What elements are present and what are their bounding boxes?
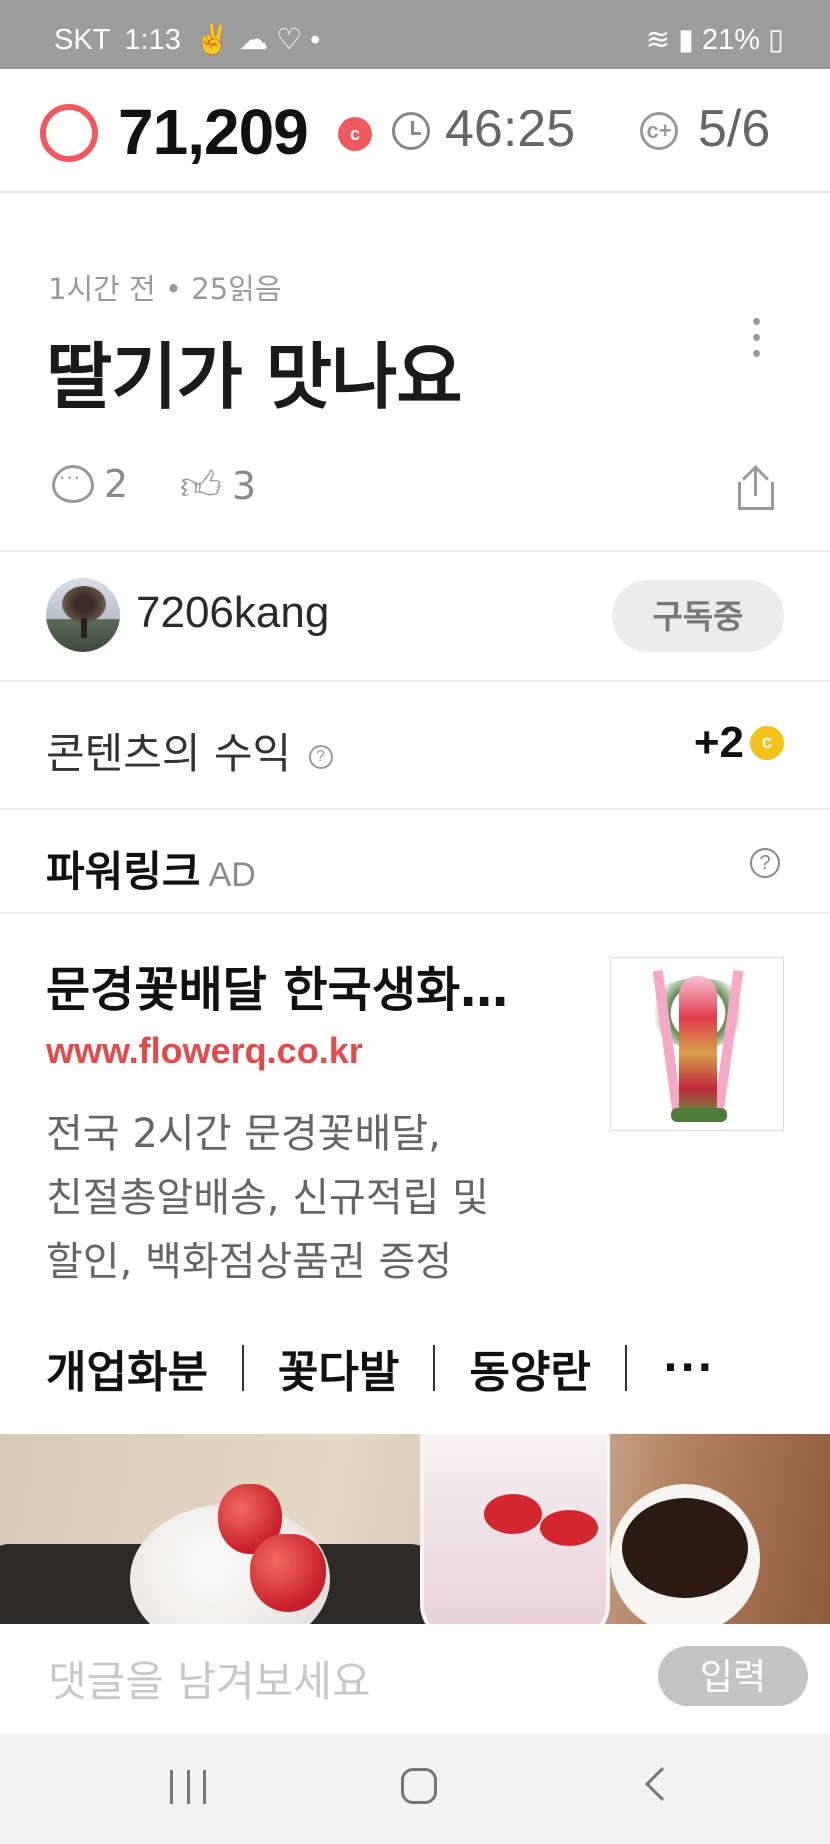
ad-description[interactable]: 전국 2시간 문경꽃배달, 친절총알배송, 신규적립 및 할인, 백화점상품권 … — [46, 1102, 586, 1294]
ad-desc-line: 전국 2시간 문경꽃배달, — [46, 1111, 441, 1157]
ad-link-separator — [624, 1345, 627, 1391]
ad-link[interactable]: 꽃다발 — [278, 1336, 399, 1400]
points-bar: 71,209 c 46:25 c+ 5/6 — [0, 69, 830, 193]
divider — [0, 550, 830, 552]
divider — [0, 680, 830, 682]
revenue-value: +2 — [693, 718, 744, 767]
ad-link[interactable]: 동양란 — [469, 1336, 590, 1400]
home-icon[interactable] — [401, 1768, 437, 1804]
ad-links: 개업화분 꽃다발 동양란 ··· — [46, 1336, 714, 1400]
submit-comment-button[interactable]: 입력 — [658, 1646, 808, 1706]
back-icon[interactable] — [645, 1767, 679, 1801]
comment-count: 2 — [104, 462, 129, 506]
post-meta: 1시간 전 • 25읽음 — [48, 272, 282, 306]
system-nav-bar — [0, 1734, 830, 1844]
more-options-icon[interactable] — [746, 318, 766, 368]
ad-help-icon[interactable]: ? — [750, 848, 780, 878]
ad-link-separator — [241, 1345, 244, 1391]
divider — [0, 912, 830, 914]
revenue-row: 콘텐츠의 수익 ? — [46, 720, 333, 781]
coin-plus-icon: c+ — [640, 112, 678, 150]
coin-icon: c — [750, 726, 784, 760]
clock-label: 1:13 — [124, 24, 181, 56]
ad-header: 파워링크 AD — [46, 838, 256, 899]
clock-icon — [392, 112, 430, 150]
help-icon[interactable]: ? — [308, 744, 333, 769]
ad-thumbnail[interactable] — [610, 957, 784, 1131]
like-button[interactable]: 👍︎ 3 — [180, 462, 256, 510]
post-photo[interactable] — [0, 1434, 830, 1624]
progress-count: 5/6 — [698, 100, 771, 158]
recent-apps-icon[interactable] — [170, 1770, 206, 1804]
timer-value: 46:25 — [445, 100, 576, 158]
comment-input[interactable]: 댓글을 남겨보세요 — [48, 1648, 370, 1709]
points-value: 71,209 — [118, 96, 309, 168]
battery-percent: 21% — [701, 24, 761, 56]
notification-icons: ✌ ☁ ♡ • — [194, 24, 321, 56]
signal-icon: ▮ — [678, 24, 694, 56]
comment-bar: 댓글을 남겨보세요 입력 — [0, 1624, 830, 1734]
comment-icon — [52, 465, 94, 503]
avatar[interactable] — [46, 578, 120, 652]
battery-icon: ▯ — [768, 24, 784, 56]
ad-url[interactable]: www.flowerq.co.kr — [46, 1030, 363, 1072]
comment-button[interactable]: 2 — [52, 462, 128, 506]
coin-icon: c — [338, 117, 372, 151]
status-bar: SKT 1:13 ✌ ☁ ♡ • ≋ ▮ 21% ▯ — [0, 0, 830, 69]
thumbs-up-icon: 👍︎ — [180, 463, 222, 509]
ad-link[interactable]: 개업화분 — [46, 1336, 208, 1400]
share-icon[interactable] — [736, 465, 776, 512]
ad-tag: AD — [208, 856, 256, 894]
ad-title[interactable]: 문경꽃배달 한국생화… — [46, 950, 586, 1020]
divider — [0, 808, 830, 810]
author-name[interactable]: 7206kang — [136, 588, 329, 638]
like-count: 3 — [231, 464, 256, 508]
revenue-value-group: +2 c — [694, 718, 784, 768]
post-title: 딸기가 맛나요 — [46, 335, 463, 419]
wifi-icon: ≋ — [645, 24, 671, 56]
subscribe-button[interactable]: 구독중 — [612, 580, 784, 652]
ad-header-label: 파워링크 — [46, 847, 201, 896]
carrier-label: SKT — [54, 24, 111, 56]
post-actions: 2 👍︎ 3 — [0, 462, 830, 522]
ad-more-links[interactable]: ··· — [663, 1345, 715, 1391]
ad-desc-line: 할인, 백화점상품권 증정 — [46, 1239, 453, 1285]
ring-icon — [40, 104, 98, 162]
revenue-label: 콘텐츠의 수익 — [46, 729, 292, 778]
ad-desc-line: 친절총알배송, 신규적립 및 — [46, 1175, 489, 1221]
ad-link-separator — [433, 1345, 436, 1391]
